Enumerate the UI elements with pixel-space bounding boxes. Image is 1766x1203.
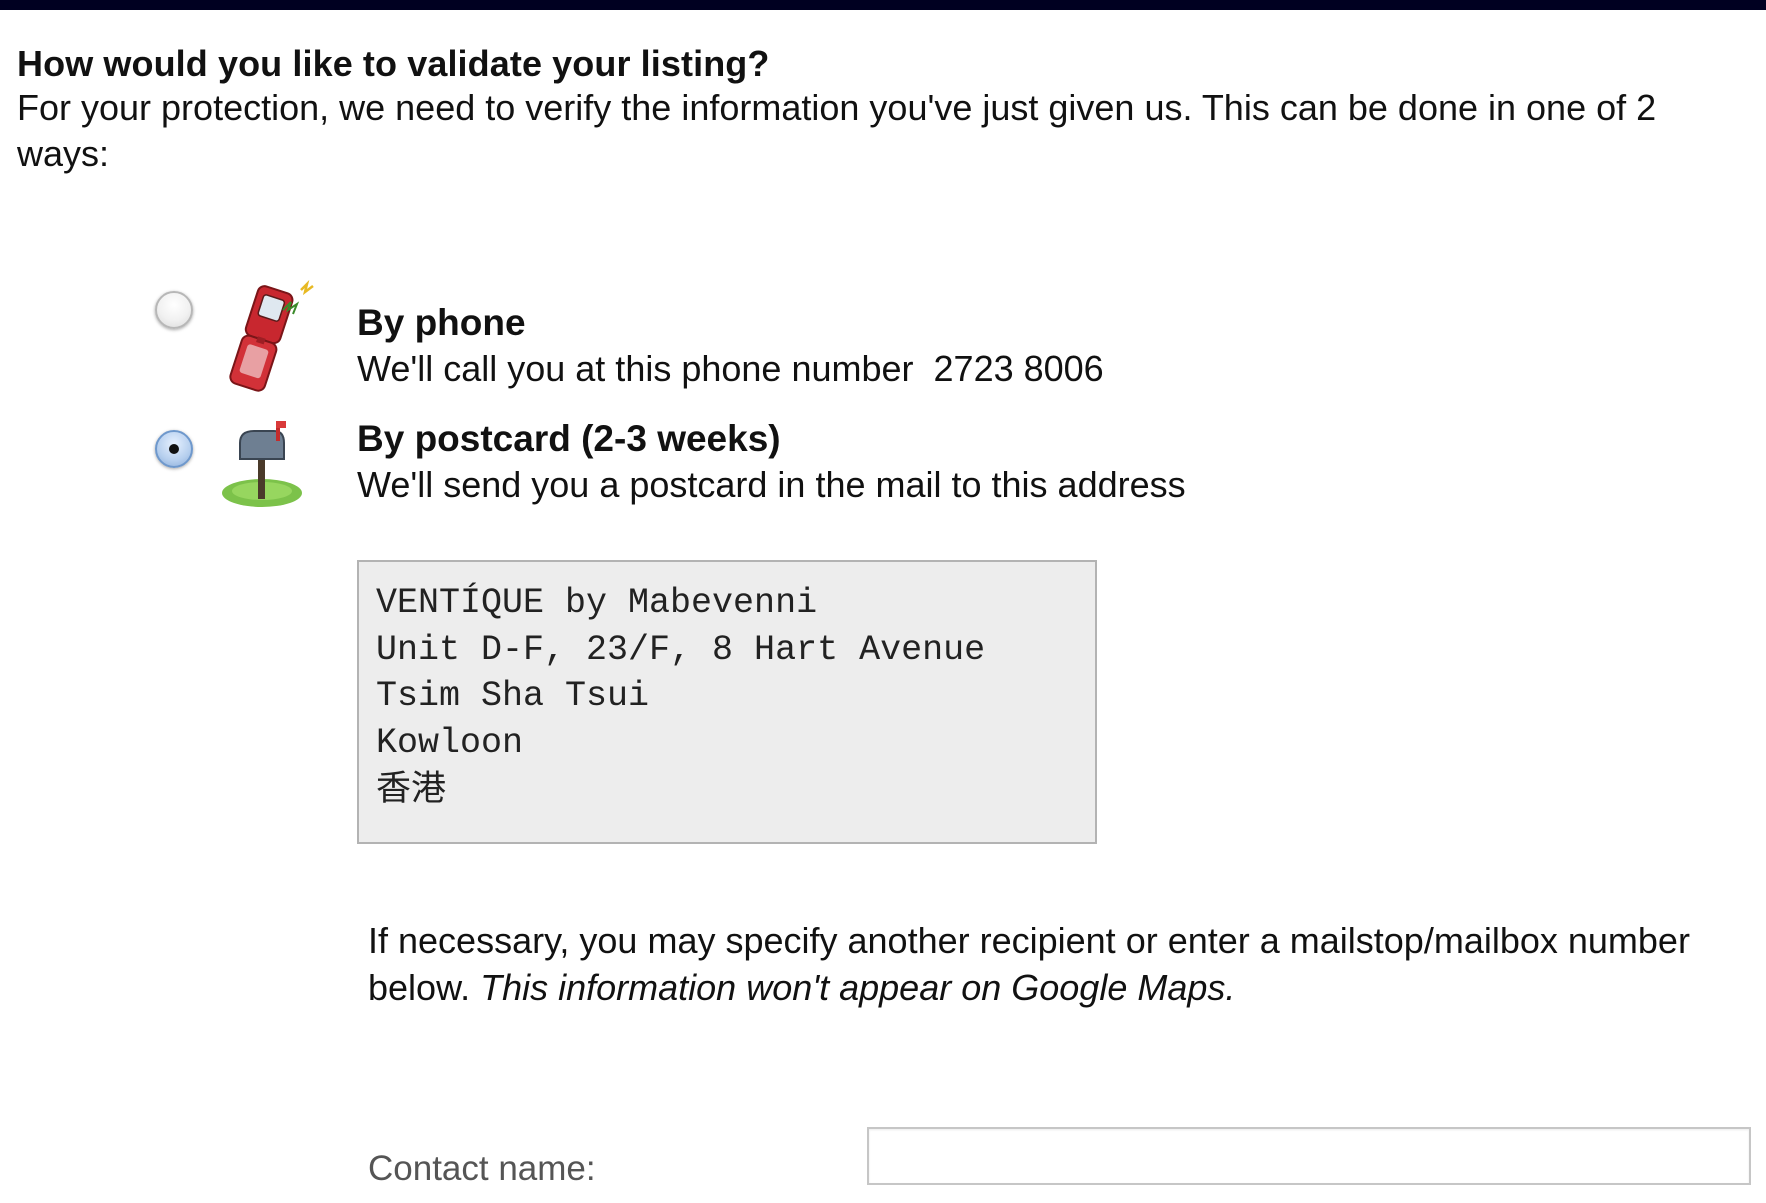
postcard-option-description: We'll send you a postcard in the mail to…: [357, 464, 1186, 505]
radio-selected-dot: [169, 444, 179, 454]
postcard-option-title: By postcard (2-3 weeks): [357, 418, 781, 459]
address-line: Tsim Sha Tsui: [376, 676, 650, 716]
address-line: 香港: [376, 769, 447, 809]
page-title: How would you like to validate your list…: [17, 43, 770, 84]
address-line: VENTÍQUE by Mabevenni: [376, 583, 818, 623]
intro-text: For your protection, we need to verify t…: [17, 87, 1657, 174]
contact-name-input[interactable]: [867, 1127, 1751, 1185]
recipient-note: If necessary, you may specify another re…: [368, 918, 1728, 1011]
mailbox-icon: [218, 415, 308, 515]
address-line: Unit D-F, 23/F, 8 Hart Avenue: [376, 629, 986, 670]
address-box: VENTÍQUE by Mabevenni Unit D-F, 23/F, 8 H…: [357, 560, 1097, 844]
flip-phone-icon: [213, 279, 323, 400]
validation-page: How would you like to validate your list…: [0, 10, 1766, 1203]
phone-option-title: By phone: [357, 302, 526, 343]
contact-name-label: Contact name:: [368, 1149, 596, 1188]
address-line: Kowloon: [376, 722, 524, 763]
phone-description-text: We'll call you at this phone number: [357, 348, 914, 389]
postcard-radio[interactable]: [155, 430, 193, 468]
phone-option-description: We'll call you at this phone number 2723…: [357, 348, 1104, 390]
recipient-note-italic: This information won't appear on Google …: [480, 966, 1236, 1008]
phone-radio[interactable]: [155, 291, 193, 329]
phone-number: 2723 8006: [933, 348, 1104, 389]
